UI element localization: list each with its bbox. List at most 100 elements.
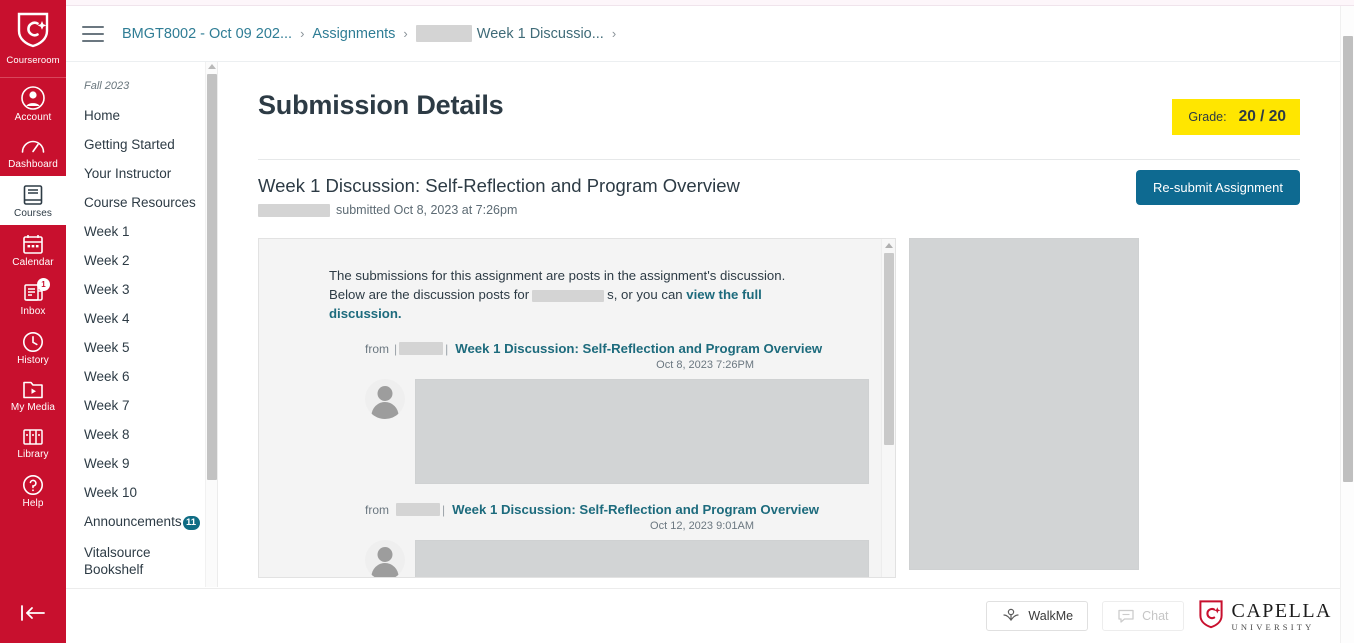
dashboard-gauge-icon (2, 136, 64, 158)
discussion-area: The submissions for this assignment are … (258, 238, 1300, 578)
avatar-head-icon (377, 386, 393, 402)
avatar-body-icon (371, 563, 399, 577)
course-nav-item-week-7[interactable]: Week 7 (66, 391, 217, 420)
post-from-divider: | (394, 341, 398, 356)
collapse-arrow-left-icon[interactable] (0, 594, 66, 643)
grade-badge: Grade: 20 / 20 (1172, 99, 1300, 135)
discussion-scrollbar-thumb[interactable] (884, 253, 894, 445)
breadcrumb-item-discussion[interactable]: Week 1 Discussio... (477, 26, 604, 42)
course-nav-item-week-8[interactable]: Week 8 (66, 420, 217, 449)
inbox-unread-badge: 1 (37, 278, 50, 291)
chat-bubble-icon (1117, 608, 1135, 624)
scroll-up-arrow-icon[interactable] (885, 243, 893, 248)
announcements-count-badge: 11 (182, 516, 200, 530)
global-nav-item-inbox[interactable]: 1 Inbox (0, 274, 66, 323)
global-nav-item-dashboard[interactable]: Dashboard (0, 129, 66, 176)
walkme-button[interactable]: WalkMe (986, 601, 1089, 631)
discussion-post-content-redaction (415, 540, 869, 577)
course-nav-item-week-5[interactable]: Week 5 (66, 333, 217, 362)
course-nav-item-week-10[interactable]: Week 10 (66, 478, 217, 507)
page-footer: WalkMe Chat CAPELLA UNIVERSITY (66, 588, 1354, 643)
breadcrumb-separator: › (300, 26, 305, 41)
breadcrumb: BMGT8002 - Oct 09 202... › Assignments ›… (122, 25, 624, 42)
chat-button[interactable]: Chat (1102, 601, 1184, 631)
discussion-post-body (365, 379, 869, 485)
history-clock-icon (2, 330, 64, 354)
global-nav-label-help: Help (22, 498, 44, 509)
avatar (365, 540, 405, 577)
discussion-post-author-redaction (396, 503, 440, 517)
global-nav-label-history: History (17, 355, 49, 366)
course-nav-item-your-instructor[interactable]: Your Instructor (66, 159, 217, 188)
hamburger-menu-icon[interactable] (82, 25, 104, 42)
global-nav-item-library[interactable]: Library (0, 419, 66, 466)
course-nav-scrollbar[interactable] (205, 62, 217, 587)
global-nav-item-help[interactable]: Help (0, 466, 66, 515)
help-question-icon (2, 473, 64, 497)
course-nav-item-announcements[interactable]: Announcements 11 (66, 507, 217, 537)
page-scrollbar[interactable] (1340, 6, 1354, 643)
discussion-panel-scrollbar[interactable] (881, 239, 895, 577)
course-nav-item-getting-started[interactable]: Getting Started (66, 130, 217, 159)
global-navigation: Courseroom Account Dashboard Courses Cal… (0, 0, 66, 643)
discussion-post-content-redaction (415, 379, 869, 485)
course-nav-item-week-9[interactable]: Week 9 (66, 449, 217, 478)
avatar-body-icon (371, 402, 399, 420)
breadcrumb-item-assignments[interactable]: Assignments (312, 26, 395, 42)
breadcrumb-redaction (415, 25, 472, 42)
page-title: Submission Details (258, 90, 504, 120)
discussion-post-title[interactable]: Week 1 Discussion: Self-Reflection and P… (455, 341, 822, 356)
discussion-post-date: Oct 8, 2023 7:26PM (656, 359, 754, 372)
account-avatar-icon (2, 85, 64, 111)
grade-label: Grade: (1188, 110, 1227, 124)
course-nav-item-week-3[interactable]: Week 3 (66, 275, 217, 304)
discussion-post-header: from | | Week 1 Discussion: Self-Reflect… (365, 341, 869, 356)
discussion-post: from | | Week 1 Discussion: Self-Reflect… (329, 341, 869, 485)
course-nav-item-week-6[interactable]: Week 6 (66, 362, 217, 391)
page-scrollbar-thumb[interactable] (1343, 36, 1353, 482)
breadcrumb-separator: › (611, 26, 617, 41)
course-nav-label-announcements: Announcements (84, 514, 182, 529)
discussion-intro-redaction (532, 289, 605, 302)
discussion-intro-part2: s, or you can (607, 287, 683, 303)
global-nav-item-my-media[interactable]: My Media (0, 372, 66, 419)
discussion-post-body (365, 540, 869, 577)
course-nav-item-week-1[interactable]: Week 1 (66, 217, 217, 246)
grade-value: 20 / 20 (1238, 108, 1286, 125)
student-name-redaction (258, 203, 330, 217)
assignment-submitted-info: submitted Oct 8, 2023 at 7:26pm (258, 203, 1300, 217)
global-nav-item-calendar[interactable]: Calendar (0, 225, 66, 274)
global-nav-spacer (0, 515, 66, 594)
capella-shield-icon (1198, 599, 1224, 634)
course-nav-scrollbar-thumb[interactable] (207, 74, 217, 480)
discussion-post-title[interactable]: Week 1 Discussion: Self-Reflection and P… (452, 502, 819, 517)
courses-book-icon (2, 183, 64, 207)
global-nav-label-account: Account (14, 112, 52, 123)
breadcrumb-separator: › (403, 26, 408, 41)
assignment-submitted-text: submitted Oct 8, 2023 at 7:26pm (336, 203, 518, 217)
course-nav-item-week-4[interactable]: Week 4 (66, 304, 217, 333)
my-media-video-icon (2, 379, 64, 401)
global-nav-label-calendar: Calendar (12, 257, 54, 268)
global-nav-item-courses[interactable]: Courses (0, 176, 66, 225)
course-nav-item-course-resources[interactable]: Course Resources (66, 188, 217, 217)
post-from-divider: | (442, 502, 446, 517)
courseroom-logo[interactable]: Courseroom (0, 0, 66, 78)
global-nav-item-history[interactable]: History (0, 323, 66, 372)
discussion-post-from-label: from (365, 341, 389, 356)
global-nav-item-account[interactable]: Account (0, 78, 66, 129)
scroll-up-arrow-icon[interactable] (208, 64, 216, 69)
course-nav-item-vitalsource-bookshelf[interactable]: Vitalsource Bookshelf (66, 537, 186, 585)
capella-logo-wordmark: CAPELLA UNIVERSITY (1232, 601, 1333, 632)
calendar-icon (2, 232, 64, 256)
resubmit-assignment-button[interactable]: Re-submit Assignment (1135, 170, 1300, 205)
capella-logo-name: CAPELLA (1231, 599, 1332, 622)
course-nav-item-week-2[interactable]: Week 2 (66, 246, 217, 275)
discussion-post-from-label: from (365, 502, 389, 517)
page-header: BMGT8002 - Oct 09 202... › Assignments ›… (66, 6, 1354, 62)
walkme-icon (1001, 608, 1021, 624)
discussion-panel: The submissions for this assignment are … (258, 238, 896, 578)
breadcrumb-item-course[interactable]: BMGT8002 - Oct 09 202... (122, 26, 292, 42)
global-nav-label-inbox: Inbox (20, 306, 46, 317)
course-nav-item-home[interactable]: Home (66, 101, 217, 130)
